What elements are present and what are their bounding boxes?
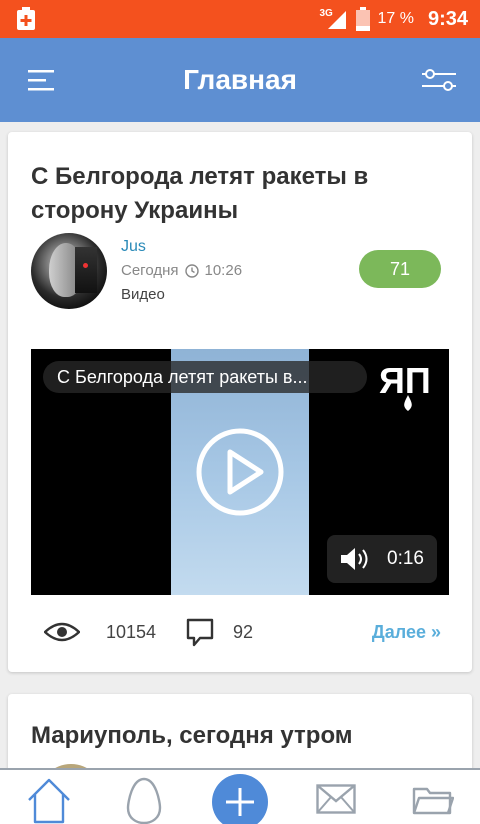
page-title: Главная — [183, 64, 297, 95]
post-title[interactable]: С Белгорода летят ракеты в сторону Украи… — [31, 160, 431, 228]
home-icon[interactable] — [26, 776, 72, 824]
eye-icon — [44, 622, 80, 642]
comment-icon[interactable] — [185, 617, 215, 647]
speaker-icon[interactable] — [341, 547, 371, 571]
app-bar: Главная — [0, 38, 480, 122]
video-player[interactable]: С Белгорода летят ракеты в... ЯП 0:16 — [31, 349, 449, 595]
signal-icon: 3G — [320, 7, 348, 31]
post-date: Сегодня — [121, 262, 179, 279]
battery-percent: 17 % — [377, 10, 414, 27]
read-more-link[interactable]: Далее » — [372, 622, 441, 643]
battery-icon — [355, 7, 370, 31]
comments-count[interactable]: 92 — [233, 622, 253, 643]
video-duration-control[interactable]: 0:16 — [327, 535, 437, 583]
add-post-button[interactable] — [212, 774, 268, 824]
clock-time: 9:34 — [427, 7, 468, 30]
post-card[interactable]: Мариуполь, сегодня утром — [8, 694, 472, 768]
author-name[interactable]: Jus — [121, 238, 146, 256]
battery-alert-notification-icon — [17, 7, 35, 30]
video-title: С Белгорода летят ракеты в... — [43, 361, 367, 393]
video-duration: 0:16 — [387, 548, 424, 569]
bottom-navigation — [0, 768, 480, 824]
filter-settings-icon[interactable] — [422, 68, 456, 92]
post-time: 10:26 — [204, 262, 243, 279]
clock-icon — [184, 263, 199, 278]
egg-icon[interactable] — [126, 776, 162, 824]
news-feed[interactable]: С Белгорода летят ракеты в сторону Украи… — [0, 122, 480, 768]
svg-text:ЯП: ЯП — [379, 361, 431, 401]
post-title[interactable]: Мариуполь, сегодня утром — [31, 722, 353, 750]
post-card[interactable]: С Белгорода летят ракеты в сторону Украи… — [8, 132, 472, 672]
mail-icon[interactable] — [316, 784, 356, 814]
author-avatar[interactable] — [31, 233, 107, 309]
status-bar: 3G 17 % 9:34 — [0, 0, 480, 38]
post-stats: 10154 92 Далее » — [8, 612, 472, 652]
play-icon[interactable] — [195, 427, 285, 517]
folder-icon[interactable] — [412, 784, 454, 816]
views-count: 10154 — [106, 622, 157, 642]
post-meta: Сегодня 10:26 — [121, 262, 242, 279]
yp-logo: ЯП — [379, 361, 431, 411]
rating-badge[interactable]: 71 — [359, 250, 441, 288]
post-type: Видео — [121, 286, 165, 303]
plus-icon — [226, 788, 254, 816]
